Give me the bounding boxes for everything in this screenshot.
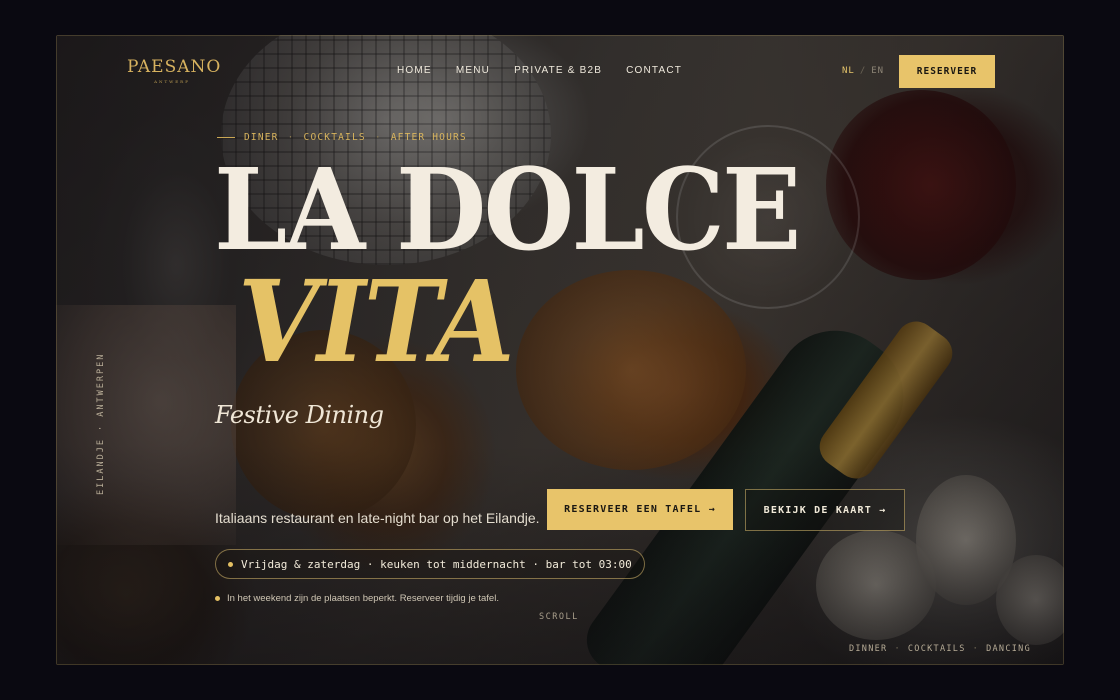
scroll-indicator[interactable]: SCROLL (539, 612, 579, 622)
tagline-rule (217, 137, 235, 138)
main-nav: HOME MENU PRIVATE & B2B CONTACT (397, 65, 682, 76)
tagline-cocktails: COCKTAILS (303, 132, 366, 143)
lang-nl[interactable]: NL (842, 66, 855, 76)
opening-hours-pill: Vrijdag & zaterdag · keuken tot midderna… (215, 549, 645, 579)
tagline-separator: · (374, 132, 382, 143)
weekend-note-text: In het weekend zijn de plaatsen beperkt.… (227, 593, 499, 604)
footer-tag-separator: · (894, 644, 901, 654)
opening-hours-text: Vrijdag & zaterdag · keuken tot midderna… (241, 557, 632, 571)
reserve-button[interactable]: RESERVEER (899, 55, 995, 88)
logo-wordmark: PAESANO (127, 57, 222, 77)
location-vertical-label: EILANDJE · ANTWERPEN (96, 352, 106, 495)
tagline-after-hours: AFTER HOURS (390, 132, 467, 143)
note-dot-icon (215, 596, 220, 601)
hero-title-line2: VITA (238, 257, 515, 388)
view-menu-button[interactable]: BEKIJK DE KAART → (745, 489, 905, 531)
lang-en[interactable]: EN (871, 66, 884, 76)
tagline-diner: DINER (244, 132, 279, 143)
footer-tags: DINNER · COCKTAILS · DANCING (849, 644, 1031, 654)
hero-frame: PAESANO ANTWERP HOME MENU PRIVATE & B2B … (56, 35, 1064, 665)
language-switcher: NL / EN (842, 66, 884, 76)
nav-menu[interactable]: MENU (456, 65, 490, 76)
hero-description: Italiaans restaurant en late-night bar o… (215, 510, 540, 526)
hero-title-line1: LA DOLCE (214, 145, 801, 276)
hero-tagline: DINER · COCKTAILS · AFTER HOURS (217, 132, 467, 143)
reserve-table-button[interactable]: RESERVEER EEN TAFEL → (547, 489, 733, 530)
footer-tag-separator: · (972, 644, 980, 654)
logo-subtitle: ANTWERP (154, 79, 190, 84)
status-dot-icon (228, 561, 233, 567)
hero-script-subtitle: Festive Dining (215, 401, 384, 429)
footer-tag-dancing: DANCING (986, 644, 1031, 654)
nav-home[interactable]: HOME (397, 65, 432, 76)
lang-separator: / (859, 66, 867, 76)
footer-tag-dinner: DINNER (848, 644, 888, 654)
footer-tag-cocktails: COCKTAILS (907, 644, 966, 654)
nav-private-b2b[interactable]: PRIVATE & B2B (514, 65, 602, 76)
tagline-separator: · (287, 132, 295, 143)
brand-logo[interactable]: PAESANO ANTWERP (127, 57, 222, 84)
nav-contact[interactable]: CONTACT (626, 65, 682, 76)
weekend-note: In het weekend zijn de plaatsen beperkt.… (215, 593, 499, 604)
